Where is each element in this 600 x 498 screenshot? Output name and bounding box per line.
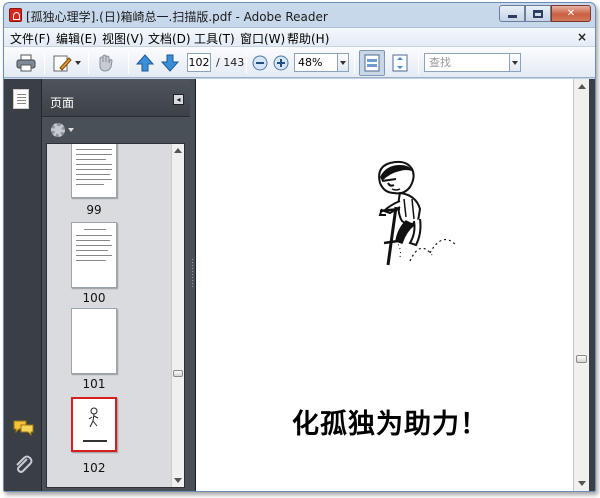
zoom-in-button[interactable]: [273, 53, 289, 73]
up-arrow-icon: [136, 54, 154, 72]
chevron-down-icon: [75, 61, 81, 65]
menu-document[interactable]: 文档(D): [148, 30, 191, 47]
find-dropdown[interactable]: [510, 53, 521, 72]
scroll-up-icon[interactable]: [578, 84, 586, 89]
toolbar-separator: [418, 52, 419, 74]
app-window: [孤独心理学].(日)箱崎总一.扫描版.pdf - Adobe Reader ✕…: [3, 2, 596, 492]
toolbar-separator: [88, 52, 89, 74]
print-button[interactable]: [16, 53, 36, 73]
panel-title: 页面: [50, 96, 75, 110]
hand-icon: [99, 54, 113, 72]
document-scrollbar[interactable]: [573, 79, 589, 491]
thumbnail-list: 99 100 101 102: [46, 143, 185, 488]
toolbar-separator: [246, 52, 247, 74]
document-close-button[interactable]: ×: [577, 30, 587, 44]
comments-button[interactable]: [13, 419, 35, 440]
figure-thumbnail-icon: [88, 407, 99, 428]
menu-window[interactable]: 窗口(W): [240, 30, 285, 47]
chevron-down-icon: [340, 60, 346, 65]
close-icon: ✕: [566, 8, 576, 19]
page-number-input[interactable]: 102: [187, 53, 211, 72]
scroll-up-icon[interactable]: [174, 148, 182, 153]
scroll-thumb[interactable]: [576, 355, 587, 363]
paperclip-icon: [16, 455, 33, 473]
find-input[interactable]: 查找: [424, 53, 510, 72]
chevron-down-icon: [512, 60, 518, 65]
zoom-dropdown[interactable]: [338, 53, 349, 72]
thumbnail-page-99[interactable]: [71, 144, 117, 198]
chevron-down-icon: [68, 128, 74, 132]
chevron-left-icon: ◂: [176, 95, 181, 104]
boy-on-pogo-stick-illustration: [378, 160, 457, 266]
scroll-down-icon[interactable]: [578, 481, 586, 486]
maximize-icon: [533, 9, 543, 18]
hand-tool-button[interactable]: [96, 53, 116, 73]
thumbnail-scrollbar[interactable]: [171, 144, 184, 487]
edit-button[interactable]: [52, 53, 81, 73]
comment-icon: [13, 420, 34, 437]
maximize-button[interactable]: [525, 5, 551, 22]
toolbar-separator: [44, 52, 45, 74]
pdf-icon: [9, 8, 22, 22]
thumbnail-page-102[interactable]: [71, 397, 117, 452]
fit-page-button[interactable]: [392, 53, 408, 73]
page-headline: 化孤独为助力！: [292, 409, 488, 440]
panel-header: 页面 ◂: [42, 79, 190, 117]
edit-icon: [53, 55, 72, 72]
navigation-rail: [4, 79, 42, 491]
minimize-button[interactable]: [499, 5, 525, 22]
thumbnail-label: 102: [82, 461, 106, 475]
fit-page-icon: [392, 54, 408, 72]
next-page-button[interactable]: [161, 53, 179, 73]
toolbar-separator: [128, 52, 129, 74]
menu-tools[interactable]: 工具(T): [194, 30, 235, 47]
document-page[interactable]: 化孤独为助力！: [195, 79, 573, 491]
gear-icon: [51, 123, 65, 137]
window-title: [孤独心理学].(日)箱崎总一.扫描版.pdf - Adobe Reader: [26, 10, 328, 24]
page-count: / 143: [216, 56, 245, 69]
minimize-icon: [507, 15, 517, 18]
thumbnail-label: 99: [86, 203, 102, 217]
zoom-out-icon: [252, 55, 268, 71]
toolbar: 102 / 143 48% 查找: [4, 46, 595, 78]
menu-file[interactable]: 文件(F): [10, 30, 50, 47]
menu-help[interactable]: 帮助(H): [287, 30, 329, 47]
thumbnail-label: 101: [82, 377, 106, 391]
collapse-panel-button[interactable]: ◂: [173, 94, 184, 105]
printer-icon: [16, 54, 36, 72]
fit-width-button[interactable]: [359, 50, 385, 76]
title-bar: [孤独心理学].(日)箱崎总一.扫描版.pdf - Adobe Reader ✕: [4, 3, 595, 27]
zoom-input[interactable]: 48%: [294, 53, 338, 72]
previous-page-button[interactable]: [136, 53, 154, 73]
right-border: [589, 79, 595, 491]
menu-edit[interactable]: 编辑(E): [56, 30, 97, 47]
window-controls: ✕: [499, 5, 591, 22]
pages-icon[interactable]: [13, 89, 29, 109]
down-arrow-icon: [161, 54, 179, 72]
thumbnail-page-101[interactable]: [71, 308, 117, 374]
scroll-thumb[interactable]: [173, 370, 183, 377]
zoom-out-button[interactable]: [252, 53, 268, 73]
menu-bar: 文件(F) 编辑(E) 视图(V) 文档(D) 工具(T) 窗口(W) 帮助(H…: [4, 27, 595, 46]
fit-width-icon: [364, 54, 380, 72]
menu-view[interactable]: 视图(V): [102, 30, 144, 47]
scroll-down-icon[interactable]: [174, 478, 182, 483]
thumbnail-label: 100: [82, 291, 106, 305]
attachments-button[interactable]: [13, 454, 33, 477]
thumbnail-page-100[interactable]: [71, 222, 117, 288]
panel-options-button[interactable]: [51, 123, 74, 137]
toolbar-separator: [354, 52, 355, 74]
close-button[interactable]: ✕: [551, 5, 591, 22]
pages-panel: 页面 ◂ 99 100 101 102: [42, 79, 190, 491]
zoom-in-icon: [273, 55, 289, 71]
